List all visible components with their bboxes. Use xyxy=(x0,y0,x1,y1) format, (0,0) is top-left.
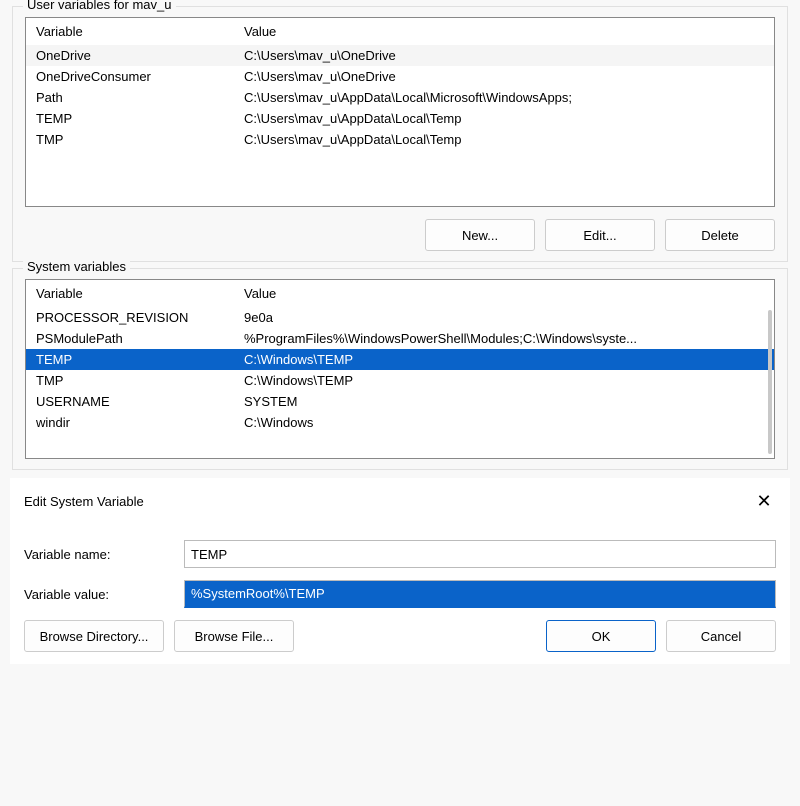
cell-value: C:\Users\mav_u\OneDrive xyxy=(234,66,774,87)
variable-value-row: Variable value: xyxy=(24,580,776,608)
table-row[interactable]: OneDriveConsumer C:\Users\mav_u\OneDrive xyxy=(26,66,774,87)
table-row[interactable]: windir C:\Windows xyxy=(26,412,774,433)
cell-variable: Path xyxy=(26,87,234,108)
edit-system-variable-dialog: Edit System Variable ✕ Variable name: Va… xyxy=(10,478,790,664)
system-variables-table-wrap: Variable Value PROCESSOR_REVISION 9e0a P… xyxy=(25,279,775,459)
system-variables-table[interactable]: Variable Value PROCESSOR_REVISION 9e0a P… xyxy=(26,280,774,433)
user-variables-header-row: Variable Value xyxy=(26,18,774,45)
ok-button[interactable]: OK xyxy=(546,620,656,652)
system-variables-title: System variables xyxy=(23,259,130,274)
user-variables-table[interactable]: Variable Value OneDrive C:\Users\mav_u\O… xyxy=(26,18,774,150)
scrollbar-thumb[interactable] xyxy=(768,310,772,454)
system-variables-group: System variables Variable Value PROCESSO… xyxy=(12,268,788,470)
cell-variable: PROCESSOR_REVISION xyxy=(26,307,234,328)
close-icon[interactable]: ✕ xyxy=(752,492,776,510)
system-col-variable[interactable]: Variable xyxy=(26,280,234,307)
cell-variable: PSModulePath xyxy=(26,328,234,349)
user-buttons-row: New... Edit... Delete xyxy=(25,219,775,251)
dialog-header: Edit System Variable ✕ xyxy=(24,492,776,540)
cell-value: C:\Windows\TEMP xyxy=(234,349,774,370)
cell-value: C:\Users\mav_u\OneDrive xyxy=(234,45,774,66)
table-row[interactable]: TMP C:\Windows\TEMP xyxy=(26,370,774,391)
user-delete-button[interactable]: Delete xyxy=(665,219,775,251)
user-col-value[interactable]: Value xyxy=(234,18,774,45)
variable-value-label: Variable value: xyxy=(24,587,184,602)
table-row[interactable]: PSModulePath %ProgramFiles%\WindowsPower… xyxy=(26,328,774,349)
cell-value: C:\Windows\TEMP xyxy=(234,370,774,391)
dialog-title: Edit System Variable xyxy=(24,494,144,509)
user-edit-button[interactable]: Edit... xyxy=(545,219,655,251)
variable-value-input[interactable] xyxy=(184,580,776,608)
cell-variable: OneDrive xyxy=(26,45,234,66)
cancel-button[interactable]: Cancel xyxy=(666,620,776,652)
cell-value: C:\Users\mav_u\AppData\Local\Temp xyxy=(234,108,774,129)
user-new-button[interactable]: New... xyxy=(425,219,535,251)
cell-value: C:\Windows xyxy=(234,412,774,433)
cell-variable: TMP xyxy=(26,370,234,391)
variable-name-label: Variable name: xyxy=(24,547,184,562)
cell-variable: TMP xyxy=(26,129,234,150)
cell-variable: windir xyxy=(26,412,234,433)
browse-directory-button[interactable]: Browse Directory... xyxy=(24,620,164,652)
cell-value: 9e0a xyxy=(234,307,774,328)
table-row[interactable]: OneDrive C:\Users\mav_u\OneDrive xyxy=(26,45,774,66)
table-row[interactable]: TMP C:\Users\mav_u\AppData\Local\Temp xyxy=(26,129,774,150)
system-col-value[interactable]: Value xyxy=(234,280,774,307)
table-row[interactable]: USERNAME SYSTEM xyxy=(26,391,774,412)
variable-name-input[interactable] xyxy=(184,540,776,568)
spacer xyxy=(304,620,536,652)
browse-file-button[interactable]: Browse File... xyxy=(174,620,294,652)
table-row[interactable]: TEMP C:\Windows\TEMP xyxy=(26,349,774,370)
dialog-button-row: Browse Directory... Browse File... OK Ca… xyxy=(24,620,776,652)
user-col-variable[interactable]: Variable xyxy=(26,18,234,45)
cell-variable: TEMP xyxy=(26,108,234,129)
table-row[interactable]: PROCESSOR_REVISION 9e0a xyxy=(26,307,774,328)
variable-name-row: Variable name: xyxy=(24,540,776,568)
cell-variable: TEMP xyxy=(26,349,234,370)
system-variables-header-row: Variable Value xyxy=(26,280,774,307)
cell-variable: OneDriveConsumer xyxy=(26,66,234,87)
cell-value: C:\Users\mav_u\AppData\Local\Microsoft\W… xyxy=(234,87,774,108)
cell-value: C:\Users\mav_u\AppData\Local\Temp xyxy=(234,129,774,150)
user-variables-title: User variables for mav_u xyxy=(23,0,176,12)
table-row[interactable]: Path C:\Users\mav_u\AppData\Local\Micros… xyxy=(26,87,774,108)
user-variables-table-wrap: Variable Value OneDrive C:\Users\mav_u\O… xyxy=(25,17,775,207)
cell-value: SYSTEM xyxy=(234,391,774,412)
cell-value: %ProgramFiles%\WindowsPowerShell\Modules… xyxy=(234,328,774,349)
table-row[interactable]: TEMP C:\Users\mav_u\AppData\Local\Temp xyxy=(26,108,774,129)
cell-variable: USERNAME xyxy=(26,391,234,412)
user-variables-group: User variables for mav_u Variable Value … xyxy=(12,6,788,262)
